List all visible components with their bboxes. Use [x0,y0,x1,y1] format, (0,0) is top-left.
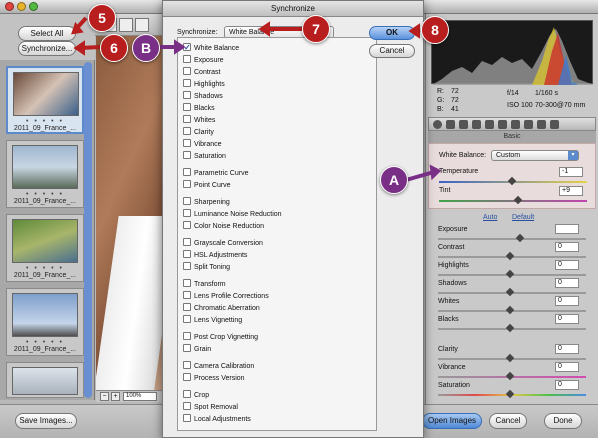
arrow-a-head [429,164,442,181]
arrow-7-head [258,21,270,37]
callout-b: B [132,34,160,62]
arrow-6-head [73,40,85,56]
callout-8: 8 [421,16,449,44]
arrow-8-head [408,23,420,39]
callout-5: 5 [88,4,116,32]
callout-6: 6 [100,34,128,62]
callout-7: 7 [302,15,330,43]
callout-a: A [380,166,408,194]
arrow-5-head [71,21,84,35]
arrow-b-head [174,39,186,55]
callout-arrows [71,16,442,182]
arrow-a [405,170,435,182]
